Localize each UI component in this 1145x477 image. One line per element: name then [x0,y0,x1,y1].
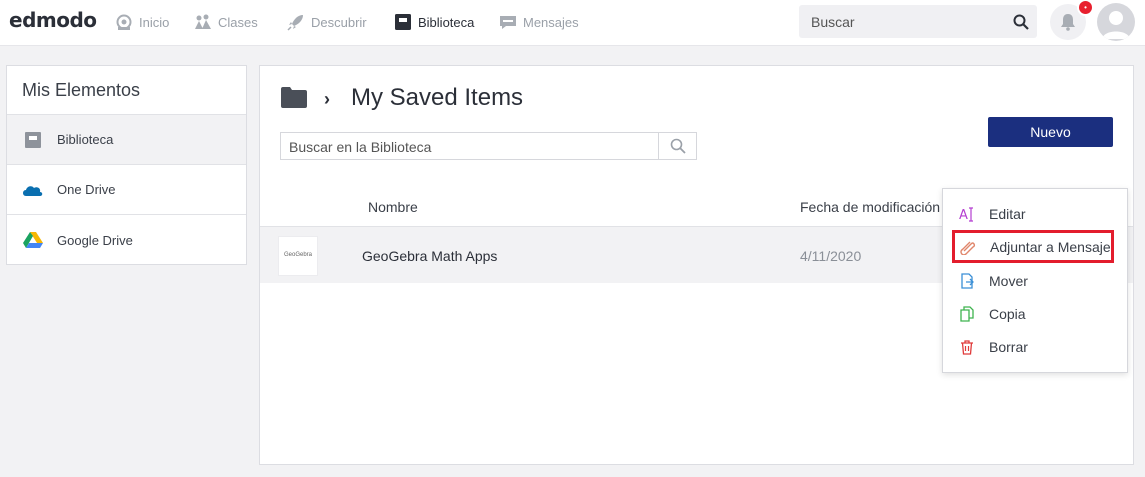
nav-label: Descubrir [311,14,367,30]
messages-icon [500,16,516,29]
copy-icon [960,305,974,322]
sidebar-item-label: One Drive [57,182,116,197]
column-header-name[interactable]: Nombre [368,199,418,215]
menu-item-label: Adjuntar a Mensaje [990,238,1111,255]
sidebar-title: Mis Elementos [7,66,246,115]
sidebar-item-label: Biblioteca [57,132,114,147]
nav-label: Inicio [139,14,170,30]
sidebar-item-biblioteca[interactable]: Biblioteca [7,115,246,165]
nav-item-descubrir[interactable]: Descubrir [287,12,367,32]
library-icon [22,131,44,149]
menu-item-editar[interactable]: A Editar [943,197,1127,230]
menu-item-label: Mover [989,272,1028,289]
user-avatar[interactable] [1097,3,1135,41]
nav-label: Mensajes [523,14,579,30]
menu-item-mover[interactable]: Mover [943,264,1127,297]
rocket-icon [287,15,303,31]
sidebar-item-google-drive[interactable]: Google Drive [7,215,246,265]
google-drive-icon [22,231,44,249]
edmodo-logo[interactable]: edmodo [9,8,97,32]
library-search[interactable]: Buscar en la Biblioteca [280,132,697,160]
sidebar: Mis Elementos Biblioteca One Drive Googl… [6,65,247,265]
search-icon [670,138,686,154]
classes-icon [195,14,211,29]
top-navigation-bar: edmodo Inicio Clases Descubrir Bibliotec… [0,0,1145,46]
svg-text:A: A [959,208,968,222]
search-icon[interactable] [1013,14,1029,30]
nav-item-biblioteca[interactable]: Biblioteca [394,12,474,32]
menu-item-copia[interactable]: Copia [943,297,1127,330]
folder-icon[interactable] [281,86,307,108]
menu-item-adjuntar[interactable]: Adjuntar a Mensaje [952,230,1114,263]
bell-icon [1061,14,1075,31]
library-search-input[interactable]: Buscar en la Biblioteca [289,139,431,155]
nav-item-mensajes[interactable]: Mensajes [499,12,579,32]
new-button[interactable]: Nuevo [988,117,1113,147]
breadcrumb-chevron-icon: › [324,89,330,109]
item-date: 4/11/2020 [800,248,862,264]
avatar-icon [1102,11,1130,39]
nav-label: Biblioteca [418,14,475,30]
paperclip-icon [960,241,976,255]
global-search[interactable]: Buscar [799,5,1037,38]
sidebar-item-label: Google Drive [57,232,133,248]
item-name[interactable]: GeoGebra Math Apps [362,248,497,264]
menu-item-label: Editar [989,205,1026,222]
menu-item-borrar[interactable]: Borrar [943,330,1127,363]
nav-item-inicio[interactable]: Inicio [115,12,169,32]
menu-item-label: Borrar [989,338,1028,355]
sidebar-item-onedrive[interactable]: One Drive [7,165,246,215]
nav-label: Clases [218,14,258,30]
item-context-menu: A Editar Adjuntar a Mensaje Mover Copia … [942,188,1128,373]
edit-icon: A [959,206,973,222]
column-header-date[interactable]: Fecha de modificación [800,199,940,215]
onedrive-icon [22,181,44,199]
library-icon [395,14,411,30]
move-icon [961,272,974,289]
home-icon [116,14,132,30]
trash-icon [961,339,973,355]
menu-item-label: Copia [989,305,1026,322]
library-search-button[interactable] [658,133,696,159]
search-input[interactable]: Buscar [811,14,855,30]
item-thumbnail: GeoGebra [278,236,318,276]
page-title: My Saved Items [351,84,524,111]
nav-item-clases[interactable]: Clases [194,12,258,32]
notification-badge: • [1077,0,1094,16]
